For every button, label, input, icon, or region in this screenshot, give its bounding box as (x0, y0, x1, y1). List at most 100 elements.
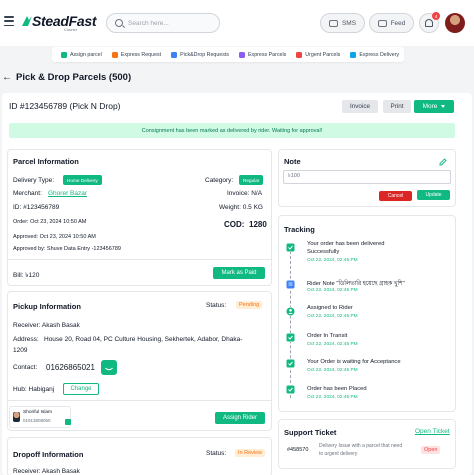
quick-nav-assign-parcel[interactable]: Assign parcel (56, 51, 107, 58)
menu-icon[interactable] (4, 16, 14, 26)
assign-rider-button[interactable]: Assign Rider (215, 412, 265, 424)
quick-nav-express-parcels[interactable]: Express Parcels (234, 51, 291, 58)
approved-time: Approved: Oct 23, 2024 10:50 AM (13, 234, 96, 240)
logo-subtext: Courier (64, 27, 78, 32)
call-button[interactable] (101, 360, 117, 375)
box-icon (171, 51, 178, 58)
checkbox-icon (286, 359, 295, 368)
note-input[interactable]: ৳100 (283, 170, 451, 184)
tracking-item-date: Oct 22, 2024, 02:45 PM (307, 395, 358, 400)
tracking-item-date: Oct 22, 2024, 02:45 PM (307, 342, 358, 347)
box-icon (296, 51, 303, 58)
order-time: Order: Oct 23, 2024 10:50 AM (13, 219, 87, 225)
search-icon (115, 19, 123, 27)
invoice-button[interactable]: Invoice (342, 100, 378, 113)
notification-button[interactable]: 4 (419, 12, 440, 33)
quick-nav-express-delivery[interactable]: Express Delivery (345, 51, 404, 58)
rider-name: Shoriful Islam (23, 410, 53, 415)
more-label: More (422, 103, 438, 110)
parcel-detail-card: ID #123456789 (Pick N Drop) Invoice Prin… (2, 93, 472, 475)
ticket-description-line2: to urgent delivery (319, 451, 358, 457)
quick-nav: Assign parcel Express Request Pick&Drop … (52, 47, 404, 62)
dropoff-info-title: Dropoff Information (13, 450, 84, 459)
update-button[interactable]: Update (417, 190, 450, 200)
open-ticket-link[interactable]: Open Ticket (415, 428, 450, 435)
delivery-type-label: Delivery Type: (13, 177, 55, 184)
tracking-panel: Tracking Your order has been delivered S… (278, 215, 456, 412)
pickup-hub: Hub: Habiganj (13, 386, 55, 393)
page-header: ← Pick & Drop Parcels (500) (2, 72, 131, 83)
quick-nav-pickdrop-requests[interactable]: Pick&Drop Requests (166, 51, 234, 58)
message-icon (328, 19, 338, 27)
feed-icon (377, 19, 387, 27)
checkbox-icon (286, 385, 295, 394)
tracking-item-date: Oct 22, 2024, 02:45 PM (307, 368, 358, 373)
more-button[interactable]: More (414, 100, 454, 113)
feed-button[interactable]: Feed (369, 13, 414, 33)
mark-as-paid-button[interactable]: Mark as Paid (213, 267, 265, 279)
search-input[interactable]: Search here... (106, 13, 220, 33)
feed-label: Feed (390, 19, 406, 27)
ticket-description-line1: Delivery Issue with a parcel that need (319, 443, 403, 449)
parcel-id: ID: #123456789 (13, 204, 60, 211)
checkbox-icon (286, 333, 295, 342)
divider (8, 259, 271, 260)
category-label: Category: (205, 177, 234, 184)
note-title: Note (284, 157, 301, 166)
quick-nav-label: Urgent Parcels (305, 51, 341, 58)
ticket-status-badge: Open (421, 446, 441, 454)
tracking-item-date: Oct 22, 2024, 02:45 PM (307, 258, 358, 263)
box-icon (111, 51, 118, 58)
pickup-address-line1: House 20, Road 04, PC Culture Housing, S… (44, 336, 243, 343)
pickup-info-title: Pickup Information (13, 302, 81, 311)
merchant-label: Merchant: (13, 190, 42, 197)
cod-label: COD: (224, 220, 245, 229)
divider (8, 400, 271, 401)
edit-icon[interactable] (439, 158, 447, 166)
pickup-receiver: Receiver: Akash Basak (13, 322, 80, 329)
quick-nav-urgent-parcels[interactable]: Urgent Parcels (291, 51, 345, 58)
rider-phone: 01913808060 (23, 418, 51, 423)
tracking-item-date: Oct 22, 2024, 02:45 PM (307, 314, 358, 319)
print-button[interactable]: Print (383, 100, 411, 113)
quick-nav-label: Pick&Drop Requests (180, 51, 230, 58)
change-hub-button[interactable]: Change (63, 383, 99, 395)
weight-value: Weight: 0.5 KG (219, 204, 263, 211)
merchant-link[interactable]: Ghorer Bazar (48, 190, 87, 197)
tracking-item-title: Order has been Placed (307, 386, 367, 392)
note-panel: Note ৳100 Cancel Update (278, 149, 456, 207)
top-bar: SteadFast Courier Search here... SMS Fee… (0, 0, 474, 46)
avatar[interactable] (445, 13, 465, 33)
ticket-id[interactable]: #458570 (287, 447, 308, 453)
tracking-item-title-cont: Successfully (307, 249, 340, 255)
pickup-status-label: Status: (206, 302, 227, 309)
cancel-button[interactable]: Cancel (379, 191, 412, 201)
chevron-down-icon (441, 105, 446, 108)
dropoff-info-panel: Dropoff Information Status: In Review Re… (7, 437, 272, 475)
approved-by: Approved by: Shuve Data Entry -123456789 (13, 246, 121, 252)
sms-button[interactable]: SMS (320, 13, 365, 33)
logo[interactable]: SteadFast Courier (20, 11, 97, 35)
delivery-type-badge: Home Delivery (63, 175, 102, 185)
bell-icon (425, 19, 433, 27)
quick-nav-express-request[interactable]: Express Request (107, 51, 166, 58)
page-title: Pick & Drop Parcels (500) (16, 72, 132, 83)
pickup-contact: 01626865021 (46, 363, 95, 372)
note-icon (286, 280, 295, 289)
parcel-info-panel: Parcel Information Delivery Type: Home D… (7, 149, 272, 286)
rider-avatar (13, 412, 20, 422)
delivered-icon (286, 243, 295, 252)
tracking-title: Tracking (284, 225, 315, 234)
back-arrow-icon[interactable]: ← (2, 72, 12, 83)
pickup-status-badge: Pending (236, 301, 263, 309)
tracking-item-title: Order In Transit (307, 333, 348, 339)
quick-nav-label: Express Parcels (248, 51, 287, 58)
dropoff-status-badge: In Review (235, 449, 266, 457)
box-icon (350, 51, 357, 58)
dropoff-receiver: Receiver: Akash Basak (13, 468, 80, 475)
phone-icon (104, 363, 114, 372)
invoice-value: Invoice: N/A (227, 190, 263, 197)
rider-card[interactable]: Shoriful Islam 01913808060 (9, 406, 71, 428)
box-icon (61, 51, 67, 58)
pickup-contact-label: Contact: (13, 364, 38, 371)
